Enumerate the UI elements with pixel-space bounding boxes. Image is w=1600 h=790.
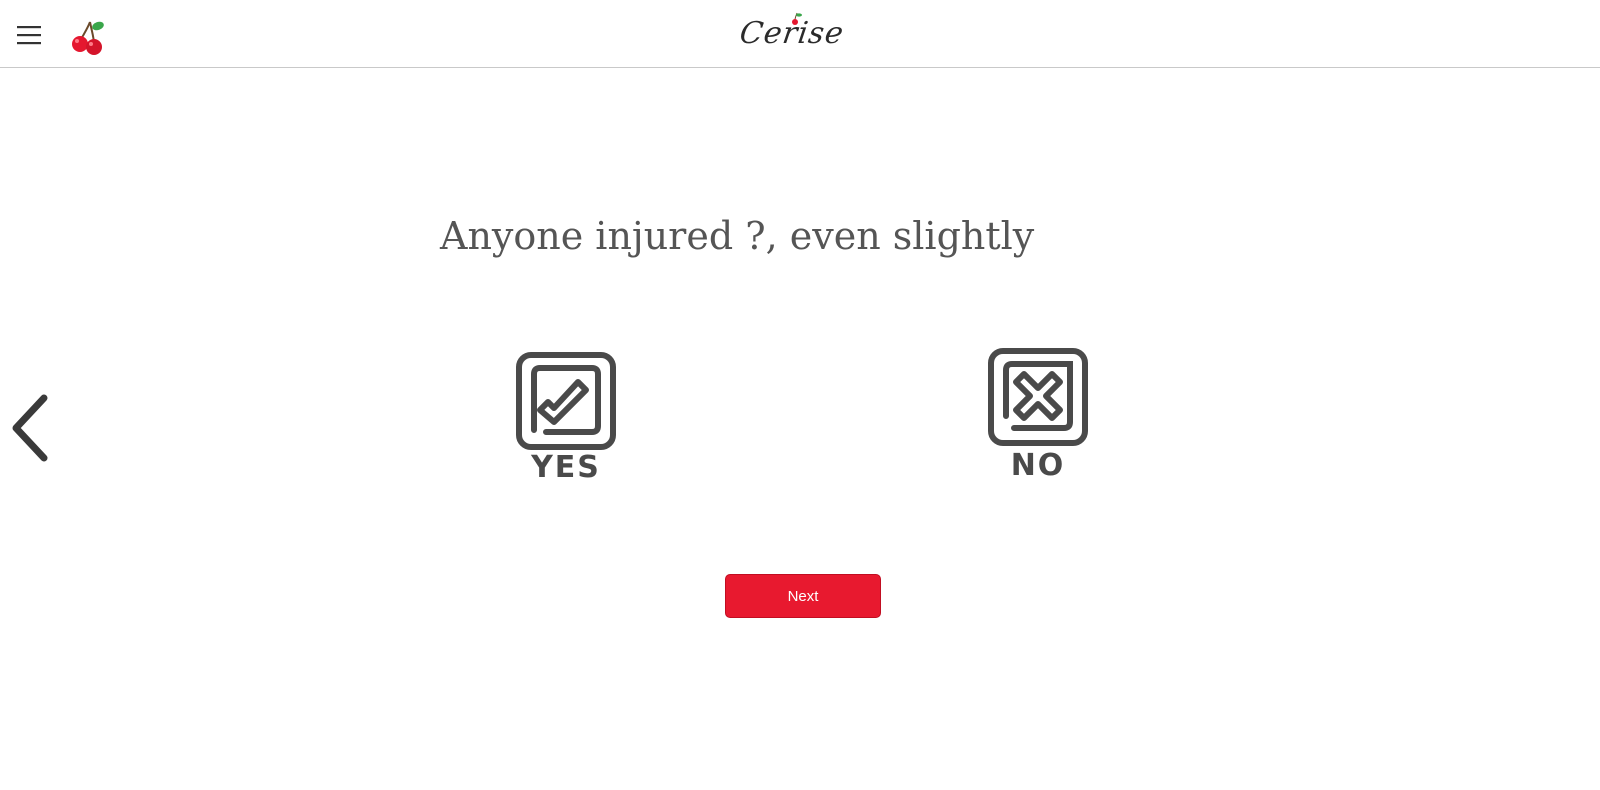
brand-cherry-icon [792, 12, 802, 25]
next-button[interactable]: Next [725, 574, 881, 618]
question-title: Anyone injured ?, even slightly [440, 214, 1035, 258]
brand-logo[interactable]: Cerise [738, 12, 860, 58]
option-yes[interactable]: YES [514, 350, 618, 486]
chevron-left-icon[interactable] [8, 392, 52, 464]
top-header: Cerise [0, 0, 1600, 68]
checkbox-x-icon [988, 348, 1088, 446]
option-yes-label: YES [531, 450, 601, 485]
option-no[interactable]: NO [986, 346, 1090, 486]
checkbox-checked-icon [516, 352, 616, 450]
cherry-icon[interactable] [68, 18, 108, 56]
option-no-label: NO [1010, 448, 1066, 483]
hamburger-menu-icon[interactable] [14, 20, 44, 50]
